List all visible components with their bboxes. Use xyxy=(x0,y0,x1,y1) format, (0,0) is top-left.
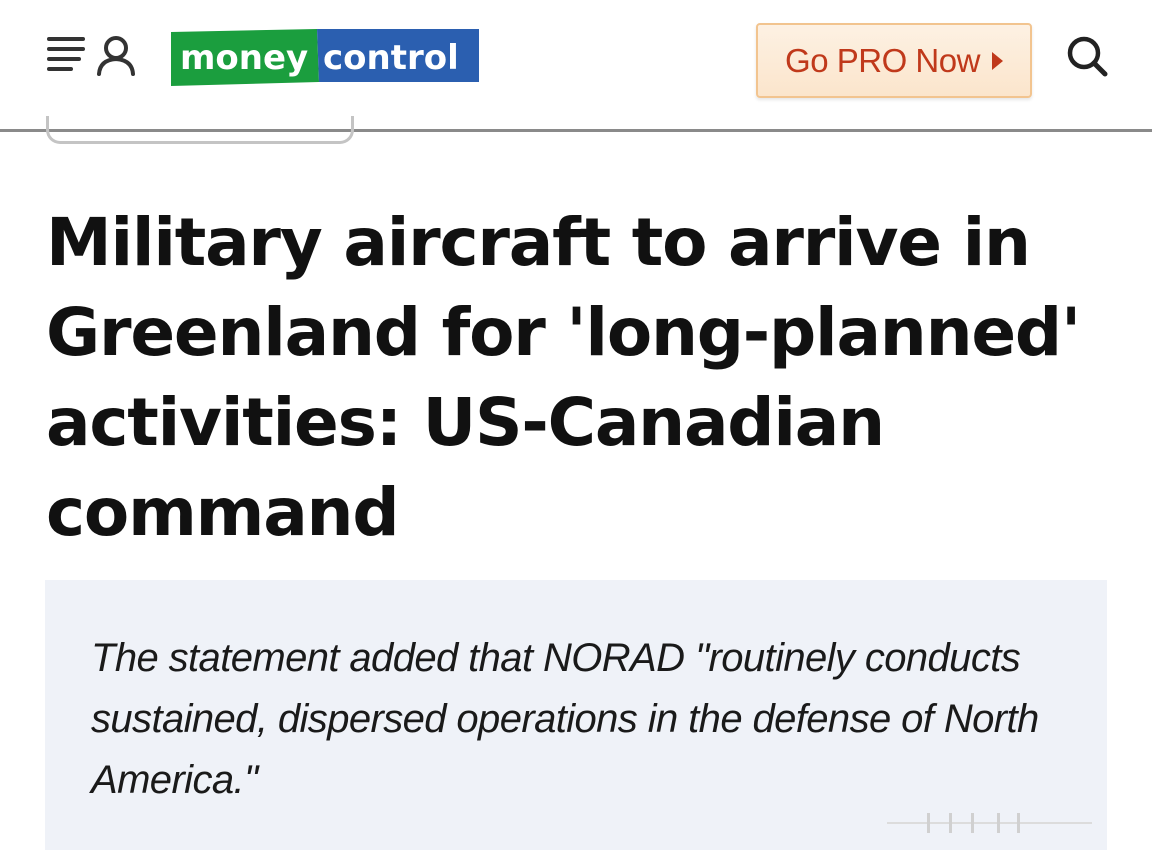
go-pro-label: Go PRO Now xyxy=(785,41,980,79)
quote-box: The statement added that NORAD "routinel… xyxy=(45,580,1107,850)
menu-lines-icon xyxy=(47,36,135,76)
previous-card-edge xyxy=(46,116,354,144)
article-headline: Military aircraft to arrive in Greenland… xyxy=(46,204,1081,551)
search-icon xyxy=(1067,36,1108,77)
user-icon xyxy=(97,36,135,76)
logo-part-money: money xyxy=(180,38,308,78)
menu-and-profile-button[interactable] xyxy=(44,32,136,78)
caret-right-icon xyxy=(991,51,1003,70)
logo-part-control: control xyxy=(323,38,459,78)
top-header: money control Go PRO Now xyxy=(0,0,1152,132)
watermark-icon xyxy=(887,813,1092,833)
quote-text: The statement added that NORAD "routinel… xyxy=(91,636,1039,802)
moneycontrol-logo[interactable]: money control xyxy=(167,26,483,88)
search-button[interactable] xyxy=(1064,33,1110,79)
go-pro-button[interactable]: Go PRO Now xyxy=(756,23,1032,98)
